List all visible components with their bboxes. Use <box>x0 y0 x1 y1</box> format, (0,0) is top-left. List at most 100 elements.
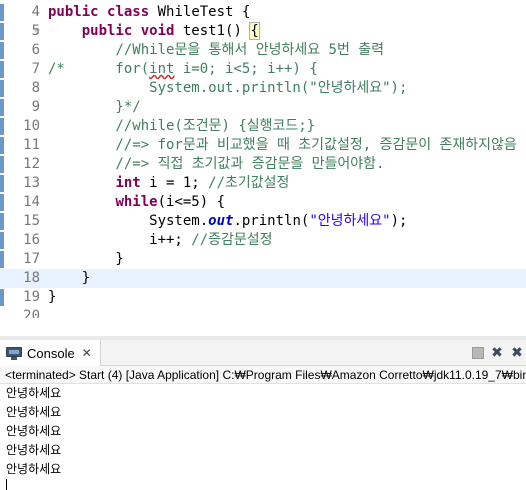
code-token: test1() <box>174 23 251 39</box>
code-line[interactable]: 13 int i = 1; //초기값설정 <box>0 174 526 193</box>
code-token: ); <box>390 213 408 229</box>
line-number: 19 <box>23 289 40 305</box>
code-token: //=> for문과 비교했을 때 초기값설정, 증감문이 존재하지않음 <box>48 137 517 153</box>
code-token: /* <box>48 61 65 77</box>
code-text: /* for(int i=0; i<5; i++) { <box>48 60 318 79</box>
code-token: public <box>81 23 133 39</box>
line-number: 4 <box>31 4 40 20</box>
line-number: 12 <box>23 156 40 172</box>
fold-collapse-icon[interactable]: ⊖ <box>32 26 42 36</box>
code-token: }*/ <box>48 99 141 115</box>
code-line[interactable]: 14 while(i<=5) { <box>0 193 526 212</box>
code-line[interactable]: 9 }*/ <box>0 98 526 117</box>
code-line[interactable]: 15 System.out.println("안녕하세요"); <box>0 212 526 231</box>
console-output-line: 안녕하세요 <box>6 443 62 457</box>
line-number: 14 <box>23 194 40 210</box>
code-text: } <box>48 269 90 288</box>
code-line[interactable]: 20 <box>0 307 526 318</box>
code-line[interactable]: 16 i++; //증감문설정 <box>0 231 526 250</box>
code-line[interactable]: 4 public class WhileTest { <box>0 3 526 22</box>
code-token: //While문을 통해서 안녕하세요 5번 출력 <box>115 42 385 58</box>
close-icon[interactable]: ✕ <box>80 346 94 360</box>
console-output-line: 안녕하세요 <box>6 462 62 476</box>
code-line[interactable]: 6 //While문을 통해서 안녕하세요 5번 출력 <box>0 41 526 60</box>
code-line[interactable]: 18 } <box>0 269 526 288</box>
code-text: System.out.println("안녕하세요"); <box>48 79 407 98</box>
code-token: while <box>115 194 158 210</box>
console-tab-label: Console <box>27 345 75 361</box>
line-number: 6 <box>31 42 40 58</box>
console-output[interactable]: 안녕하세요 안녕하세요 안녕하세요 안녕하세요 안녕하세요 <box>0 384 526 490</box>
code-token: System.out.println("안녕하세요"); <box>48 80 408 96</box>
code-text: System.out.println("안녕하세요"); <box>48 212 407 231</box>
line-number: 13 <box>23 175 40 191</box>
code-text: //While문을 통해서 안녕하세요 5번 출력 <box>48 41 384 60</box>
code-token: //초기값설정 <box>208 175 290 191</box>
code-token: System. <box>48 213 209 229</box>
code-text: public void test1() { <box>48 22 260 41</box>
code-token: class <box>107 4 150 20</box>
code-line[interactable]: 12 //=> 직접 초기값과 증감문을 만들어야함. <box>0 155 526 174</box>
code-token: .println( <box>233 213 310 229</box>
code-token: i++; <box>48 232 192 248</box>
code-text: int i = 1; //초기값설정 <box>48 174 289 193</box>
code-token: WhileTest { <box>149 4 251 20</box>
code-token: int <box>149 61 175 77</box>
code-text: } <box>48 250 124 269</box>
code-token: (i<=5) { <box>157 194 226 210</box>
line-number: 9 <box>31 99 40 115</box>
code-token: { <box>249 22 260 40</box>
code-line[interactable]: 7 /* for(int i=0; i<5; i++) { <box>0 60 526 79</box>
code-token: } <box>48 251 124 267</box>
console-output-line: 안녕하세요 <box>6 386 62 400</box>
code-line[interactable]: 10 //while(조건문) {실행코드;} <box>0 117 526 136</box>
code-line[interactable]: 11 //=> for문과 비교했을 때 초기값설정, 증감문이 존재하지않음 <box>0 136 526 155</box>
code-token: public <box>48 4 99 20</box>
code-line[interactable]: 17 } <box>0 250 526 269</box>
line-number: 16 <box>23 232 40 248</box>
code-token: out <box>208 213 234 229</box>
line-number: 7 <box>31 61 40 77</box>
code-text: while(i<=5) { <box>48 193 225 212</box>
tab-console[interactable]: Console ✕ <box>0 340 101 366</box>
text-cursor <box>6 479 7 490</box>
terminated-status-text: <terminated> Start (4) [Java Application… <box>5 368 526 382</box>
code-token: //while(조건문) {실행코드;} <box>48 118 316 134</box>
console-toolbar: ✖ ✖ <box>472 340 526 366</box>
line-number: 15 <box>23 213 40 229</box>
line-number: 20 <box>23 308 40 318</box>
code-token: i=0; i<5; i++) { <box>174 61 318 77</box>
code-text: //while(조건문) {실행코드;} <box>48 117 315 136</box>
code-token: for( <box>64 61 150 77</box>
console-monitor-icon <box>6 346 22 360</box>
code-token: i = 1; <box>140 175 209 191</box>
code-editor[interactable]: 4 public class WhileTest { 5 ⊖ public void … <box>0 0 526 318</box>
code-line[interactable]: 19} <box>0 288 526 307</box>
code-token: "안녕하세요" <box>309 213 391 229</box>
console-tab-bar: Console ✕ ✖ ✖ <box>0 340 526 366</box>
line-number: 18 <box>23 270 40 286</box>
code-text: }*/ <box>48 98 141 117</box>
line-number: 10 <box>23 118 40 134</box>
code-token: //증감문설정 <box>191 232 273 248</box>
console-output-line: 안녕하세요 <box>6 424 62 438</box>
code-token: //=> 직접 초기값과 증감문을 만들어야함. <box>48 156 385 172</box>
remove-all-terminated-icon[interactable]: ✖ <box>510 345 524 361</box>
remove-launch-icon[interactable]: ✖ <box>490 345 504 361</box>
line-number: 8 <box>31 80 40 96</box>
line-number: 11 <box>23 137 40 153</box>
code-line[interactable]: 5 ⊖ public void test1() { <box>0 22 526 41</box>
code-text: } <box>48 288 56 307</box>
line-number: 17 <box>23 251 40 267</box>
code-text: i++; //증감문설정 <box>48 231 273 250</box>
code-text: //=> for문과 비교했을 때 초기값설정, 증감문이 존재하지않음 <box>48 136 517 155</box>
code-token: } <box>48 270 91 286</box>
console-output-line: 안녕하세요 <box>6 405 62 419</box>
code-line[interactable]: 8 System.out.println("안녕하세요"); <box>0 79 526 98</box>
terminate-icon[interactable] <box>472 347 484 359</box>
